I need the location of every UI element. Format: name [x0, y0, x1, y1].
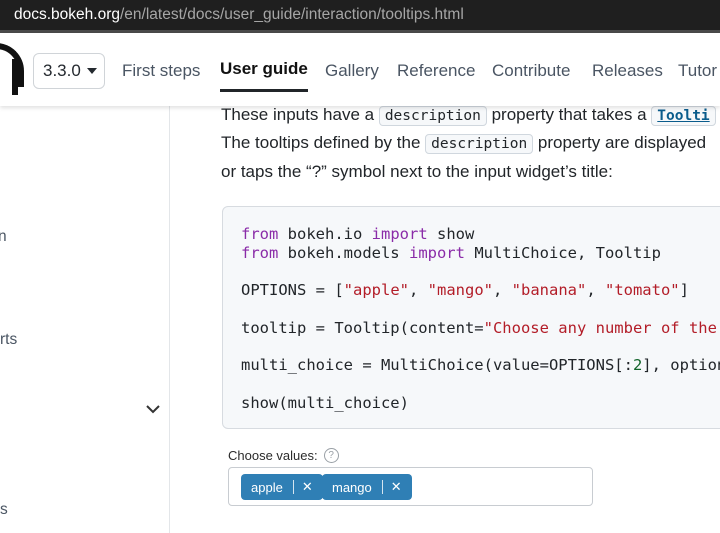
chip-label: mango: [332, 479, 372, 495]
left-sidebar: n rts s: [0, 106, 170, 533]
nav-releases[interactable]: Releases: [592, 61, 663, 81]
paragraph-line: or taps the “?” symbol next to the input…: [221, 162, 613, 181]
chip-divider: [381, 480, 383, 494]
version-switcher[interactable]: 3.3.0: [33, 53, 105, 89]
help-circle-icon[interactable]: ?: [323, 448, 339, 463]
version-label: 3.3.0: [43, 61, 81, 80]
nav-tutorial[interactable]: Tutor: [678, 61, 717, 81]
url-text[interactable]: docs.bokeh.org/en/latest/docs/user_guide…: [14, 5, 464, 25]
code-line: show(multi_choice): [241, 394, 409, 412]
docs-header: 3.3.0 First steps User guide Gallery Ref…: [0, 33, 720, 106]
code-line: tooltip = Tooltip(content="Choose any nu…: [241, 319, 720, 337]
code-line: from bokeh.io import show: [241, 225, 475, 243]
bokeh-logo[interactable]: [0, 43, 24, 95]
close-icon[interactable]: ✕: [391, 479, 402, 495]
close-icon[interactable]: ✕: [302, 479, 313, 495]
selected-chip-apple: apple ✕: [241, 474, 323, 500]
nav-gallery[interactable]: Gallery: [325, 61, 379, 81]
text: The tooltips defined by the: [221, 133, 426, 152]
sidebar-item-fragment[interactable]: s: [0, 501, 8, 519]
code-line: OPTIONS = ["apple", "mango", "banana", "…: [241, 281, 689, 299]
code-line: multi_choice = MultiChoice(value=OPTIONS…: [241, 356, 720, 374]
code-block[interactable]: from bokeh.io import show from bokeh.mod…: [222, 206, 720, 429]
caret-down-icon: [86, 68, 97, 74]
browser-address-bar[interactable]: docs.bokeh.org/en/latest/docs/user_guide…: [0, 0, 720, 33]
chip-divider: [292, 480, 294, 494]
text: property that takes a: [486, 105, 652, 124]
inline-code: description: [378, 106, 487, 126]
nav-contribute[interactable]: Contribute: [492, 61, 570, 81]
paragraph-line: The tooltips defined by the description …: [221, 129, 706, 158]
text: These inputs have a: [221, 105, 379, 124]
text: property are displayed: [533, 133, 707, 152]
chevron-down-icon[interactable]: [146, 402, 160, 416]
multichoice-input[interactable]: apple ✕ mango ✕: [228, 467, 593, 506]
chip-label: apple: [251, 479, 283, 495]
inline-code: description: [425, 134, 534, 154]
nav-user-guide[interactable]: User guide: [220, 59, 308, 92]
sidebar-item-fragment[interactable]: n: [0, 228, 7, 246]
nav-reference[interactable]: Reference: [397, 61, 475, 81]
tooltip-reference-link[interactable]: Toolti: [651, 106, 716, 126]
multichoice-label: Choose values:: [228, 448, 318, 463]
nav-first-steps[interactable]: First steps: [122, 61, 200, 81]
url-host: docs.bokeh.org: [14, 6, 120, 23]
selected-chip-mango: mango ✕: [322, 474, 412, 500]
multichoice-title: Choose values: ?: [228, 448, 339, 463]
url-path: /en/latest/docs/user_guide/interaction/t…: [120, 6, 464, 23]
sidebar-item-fragment[interactable]: rts: [0, 331, 17, 349]
code-line: from bokeh.models import MultiChoice, To…: [241, 244, 661, 262]
